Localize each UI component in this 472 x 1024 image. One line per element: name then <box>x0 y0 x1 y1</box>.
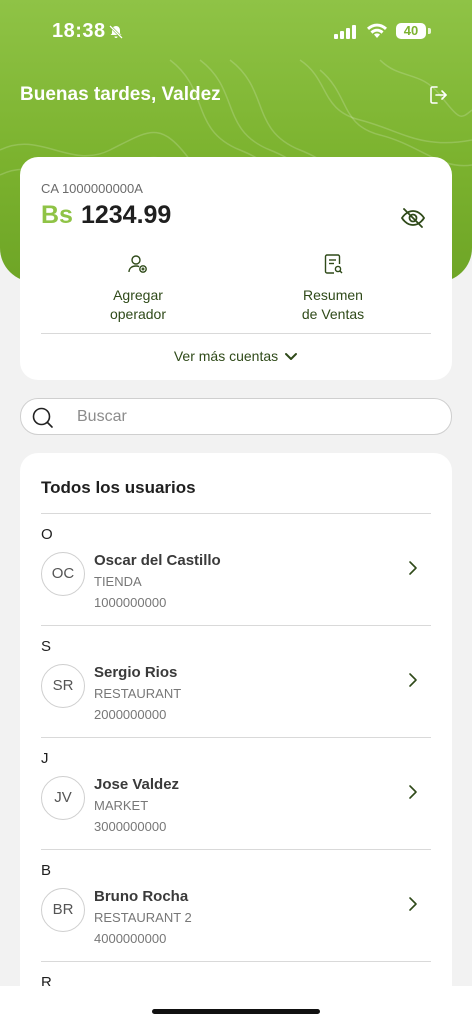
chevron-down-icon <box>285 353 298 361</box>
avatar: JV <box>41 776 85 820</box>
status-bar: 18:38 40 <box>0 18 472 48</box>
home-indicator[interactable] <box>152 1009 320 1014</box>
search-input[interactable] <box>75 403 439 431</box>
sales-summary-icon <box>263 253 403 280</box>
logout-icon[interactable] <box>428 84 450 111</box>
greeting-title: Buenas tardes, Valdez <box>20 84 221 105</box>
battery-icon: 40 <box>396 23 426 39</box>
balance-amount: 1234.99 <box>80 201 172 229</box>
add-user-icon <box>68 253 208 280</box>
list-item[interactable]: B BR Bruno Rocha RESTAURANT 2 4000000000 <box>20 850 452 962</box>
wifi-icon <box>366 23 388 44</box>
user-number: 3000000000 <box>94 819 167 834</box>
user-type: RESTAURANT <box>94 686 182 701</box>
user-type: TIENDA <box>94 574 142 589</box>
users-card: Todos los usuarios O OC Oscar del Castil… <box>20 453 452 993</box>
divider <box>41 333 431 334</box>
sales-summary-label-2: de Ventas <box>301 306 365 322</box>
sales-summary-label-1: Resumen <box>303 287 363 303</box>
user-type: MARKET <box>94 798 149 813</box>
more-accounts-label: Ver más cuentas <box>173 348 279 364</box>
hide-balance-icon[interactable] <box>400 205 426 236</box>
signal-icon <box>334 25 358 44</box>
user-name: Bruno Rocha <box>94 888 189 905</box>
user-name: Sergio Rios <box>94 664 178 681</box>
status-time: 18:38 <box>52 20 106 42</box>
user-number: 1000000000 <box>94 595 167 610</box>
chevron-right-icon[interactable] <box>408 784 418 805</box>
list-item[interactable]: O OC Oscar del Castillo TIENDA 100000000… <box>20 514 452 626</box>
account-balance: Bs 1234.99 <box>41 201 171 230</box>
user-number: 2000000000 <box>94 707 167 722</box>
bell-muted-icon <box>108 24 124 45</box>
add-operator-button[interactable]: Agregar operador <box>68 253 208 324</box>
chevron-right-icon[interactable] <box>408 672 418 693</box>
more-accounts-button[interactable]: Ver más cuentas <box>20 348 452 364</box>
search-icon <box>31 406 55 435</box>
user-name: Oscar del Castillo <box>94 552 221 569</box>
avatar: OC <box>41 552 85 596</box>
add-operator-label-1: Agregar <box>113 287 163 303</box>
sales-summary-button[interactable]: Resumen de Ventas <box>263 253 403 324</box>
battery-cap <box>428 28 431 34</box>
section-letter: J <box>41 750 49 767</box>
account-card: CA 1000000000A Bs 1234.99 Agregar operado… <box>20 157 452 380</box>
bottom-bar <box>0 986 472 1024</box>
add-operator-label-2: operador <box>109 306 167 322</box>
currency-label: Bs <box>41 201 73 229</box>
chevron-right-icon[interactable] <box>408 560 418 581</box>
user-type: RESTAURANT 2 <box>94 910 192 925</box>
search-bar[interactable] <box>20 398 452 435</box>
users-title: Todos los usuarios <box>41 478 196 497</box>
account-number: CA 1000000000A <box>41 181 143 196</box>
list-item[interactable]: S SR Sergio Rios RESTAURANT 2000000000 <box>20 626 452 738</box>
avatar: BR <box>41 888 85 932</box>
section-letter: S <box>41 638 52 655</box>
user-name: Jose Valdez <box>94 776 180 793</box>
user-number: 4000000000 <box>94 931 167 946</box>
list-item[interactable]: J JV Jose Valdez MARKET 3000000000 <box>20 738 452 850</box>
section-letter: B <box>41 862 52 879</box>
section-letter: O <box>41 526 53 543</box>
chevron-right-icon[interactable] <box>408 896 418 917</box>
avatar: SR <box>41 664 85 708</box>
